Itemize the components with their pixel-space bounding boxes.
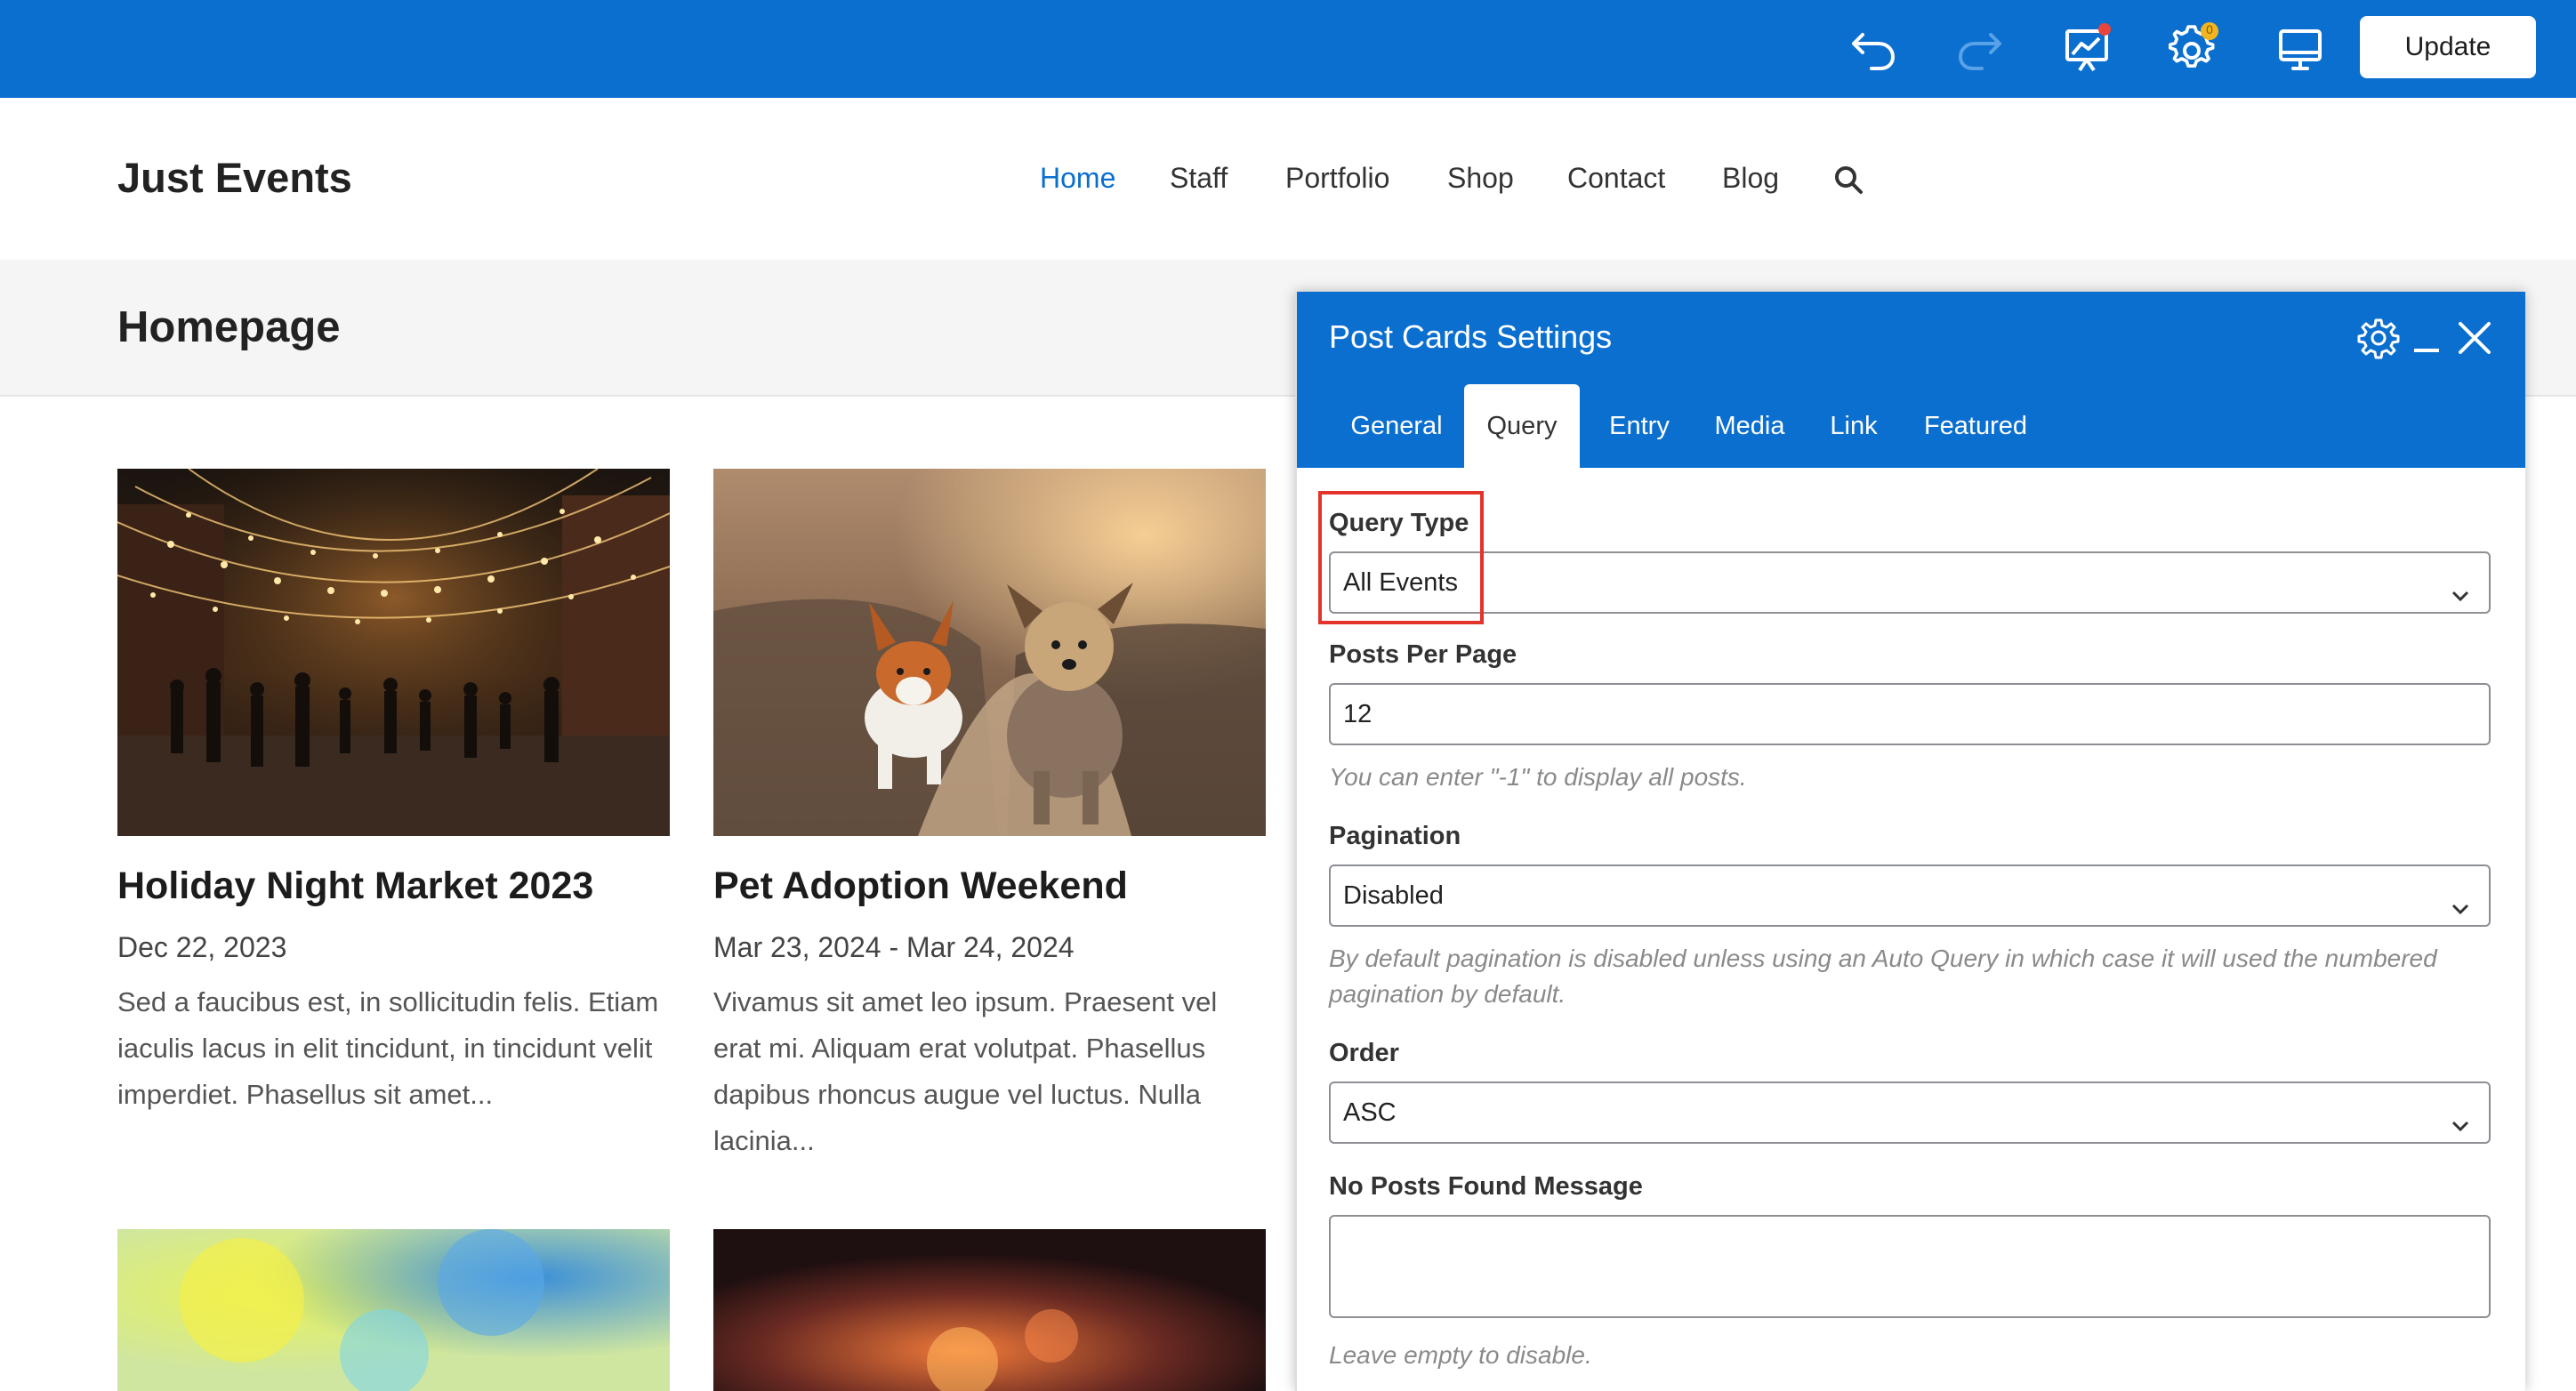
order-select[interactable]: ASC xyxy=(1329,1081,2491,1144)
no-posts-message-label: No Posts Found Message xyxy=(1329,1172,1643,1201)
card-title[interactable]: Pet Adoption Weekend xyxy=(713,864,1128,908)
card-image-fire[interactable] xyxy=(713,1229,1266,1391)
analytics-icon[interactable] xyxy=(2060,22,2113,76)
card-date: Mar 23, 2024 - Mar 24, 2024 xyxy=(713,931,1075,963)
close-icon[interactable] xyxy=(2453,317,2496,359)
posts-per-page-help: You can enter "-1" to display all posts. xyxy=(1329,763,1747,791)
chevron-down-icon xyxy=(2448,571,2473,602)
desktop-preview-icon[interactable] xyxy=(2274,22,2327,76)
pagination-label: Pagination xyxy=(1329,822,1461,850)
no-posts-message-help: Leave empty to disable. xyxy=(1329,1341,1592,1369)
post-card: Holiday Night Market 2023 Dec 22, 2023 S… xyxy=(117,469,670,1180)
redo-icon[interactable] xyxy=(1953,22,2007,76)
tab-link[interactable]: Link xyxy=(1811,384,1896,468)
panel-title: Post Cards Settings xyxy=(1329,318,1613,355)
posts-per-page-label: Posts Per Page xyxy=(1329,640,1517,669)
nav-item-home[interactable]: Home xyxy=(1040,162,1115,195)
panel-header: Post Cards Settings General Query Entry … xyxy=(1297,292,2525,468)
tab-query[interactable]: Query xyxy=(1464,384,1580,468)
pagination-help: By default pagination is disabled unless… xyxy=(1329,945,2437,1008)
site-header: Just Events Home Staff Portfolio Shop Co… xyxy=(0,98,2576,261)
posts-per-page-input[interactable]: 12 xyxy=(1329,683,2491,745)
order-label: Order xyxy=(1329,1039,1399,1067)
chevron-down-icon xyxy=(2448,1101,2473,1132)
order-value: ASC xyxy=(1343,1098,1397,1127)
gear-icon[interactable] xyxy=(2357,317,2400,359)
minimize-icon[interactable] xyxy=(2407,317,2450,359)
page-title: Homepage xyxy=(117,303,341,351)
card-image-night-market[interactable] xyxy=(117,469,670,836)
query-type-select[interactable]: All Events xyxy=(1329,551,2491,614)
card-title[interactable]: Holiday Night Market 2023 xyxy=(117,864,593,908)
site-title[interactable]: Just Events xyxy=(117,153,352,202)
undo-icon[interactable] xyxy=(1847,22,1900,76)
card-image-dogs[interactable] xyxy=(713,469,1266,836)
nav-item-shop[interactable]: Shop xyxy=(1447,162,1514,195)
nav-item-contact[interactable]: Contact xyxy=(1567,162,1665,195)
search-icon[interactable] xyxy=(1832,164,1864,196)
highlight-box xyxy=(1318,491,1484,624)
post-cards-settings-panel: Post Cards Settings General Query Entry … xyxy=(1295,292,2525,1391)
update-button[interactable]: Update xyxy=(2360,16,2536,78)
tab-featured[interactable]: Featured xyxy=(1909,384,2042,468)
pagination-value: Disabled xyxy=(1343,881,1444,910)
tab-media[interactable]: Media xyxy=(1701,384,1799,468)
nav-item-portfolio[interactable]: Portfolio xyxy=(1285,162,1389,195)
nav-item-staff[interactable]: Staff xyxy=(1170,162,1228,195)
card-image-color-festival[interactable] xyxy=(117,1229,670,1391)
card-excerpt: Vivamus sit amet leo ipsum. Praesent vel… xyxy=(713,986,1218,1156)
settings-icon[interactable]: 0 xyxy=(2167,22,2220,76)
pagination-select[interactable]: Disabled xyxy=(1329,864,2491,927)
builder-toolbar: 0 Update xyxy=(0,0,2576,98)
no-posts-message-textarea[interactable] xyxy=(1329,1215,2491,1318)
notification-badge: 0 xyxy=(2206,22,2213,36)
tab-entry[interactable]: Entry xyxy=(1590,384,1688,468)
nav-item-blog[interactable]: Blog xyxy=(1722,162,1779,195)
card-date: Dec 22, 2023 xyxy=(117,931,287,963)
tab-general[interactable]: General xyxy=(1340,384,1453,468)
card-excerpt: Sed a faucibus est, in sollicitudin feli… xyxy=(117,986,659,1110)
chevron-down-icon xyxy=(2448,884,2473,915)
post-card: Pet Adoption Weekend Mar 23, 2024 - Mar … xyxy=(713,469,1266,1180)
